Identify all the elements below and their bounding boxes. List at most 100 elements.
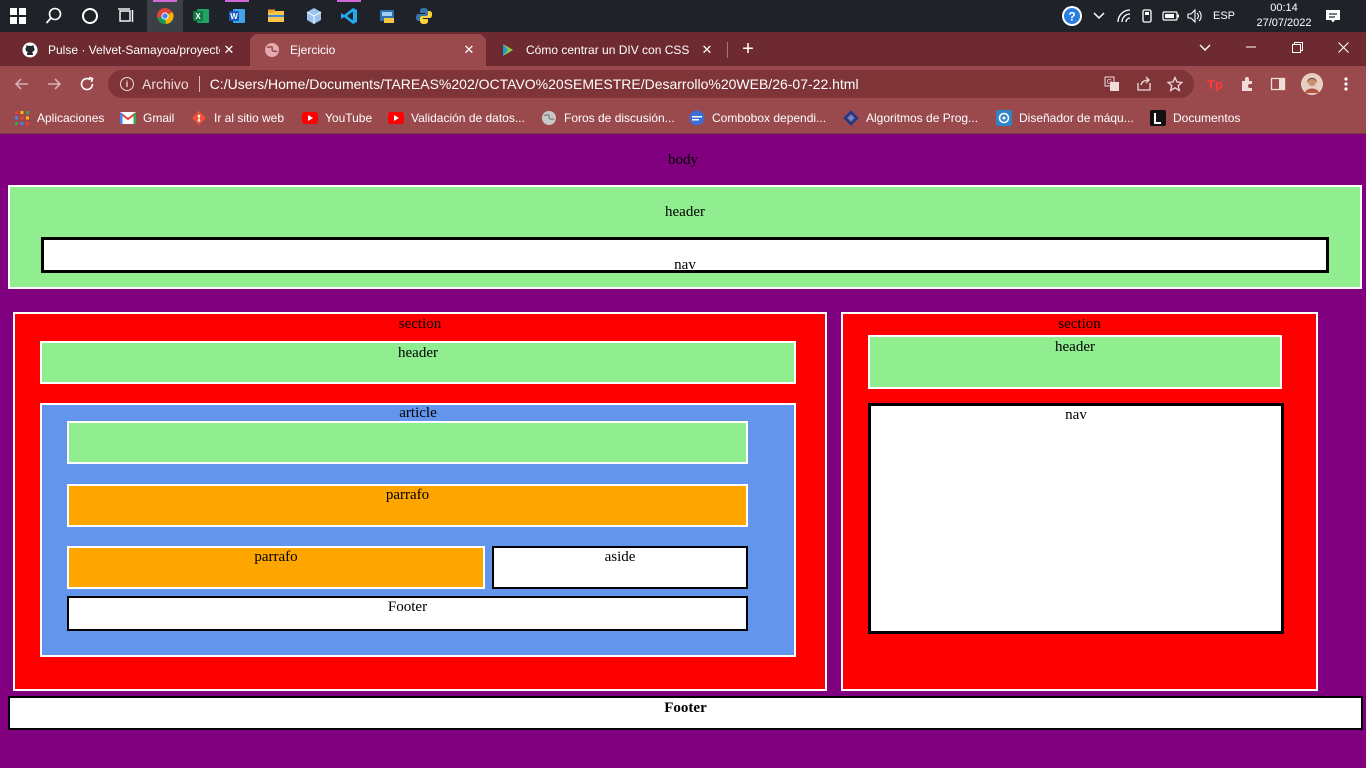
windows-taskbar: X W ? ESP 00:14 27/07/2022 — [0, 0, 1366, 32]
header-label: header — [1055, 339, 1095, 355]
close-icon[interactable]: ✕ — [220, 42, 238, 58]
task-view-icon[interactable] — [108, 0, 144, 32]
bookmark-ir-al-sitio-web[interactable]: Ir al sitio web — [191, 108, 284, 128]
clock-date: 27/07/2022 — [1256, 17, 1312, 29]
globe-icon — [264, 42, 280, 58]
bookmark-star-icon[interactable] — [1165, 74, 1185, 94]
article-header — [67, 421, 748, 464]
battery-icon[interactable] — [1160, 0, 1182, 32]
extensions-icon[interactable] — [1237, 74, 1257, 94]
side-panel-icon[interactable] — [1268, 74, 1288, 94]
minimize-button[interactable] — [1228, 32, 1274, 62]
wifi-icon[interactable] — [1114, 0, 1134, 32]
address-bar[interactable]: i Archivo C:/Users/Home/Documents/TAREAS… — [108, 70, 1194, 98]
device-icon[interactable] — [1137, 0, 1157, 32]
tab-title: Pulse · Velvet-Samayoa/proyecto — [48, 43, 220, 57]
page-nav: nav — [41, 237, 1329, 273]
tab-ejercicio[interactable]: Ejercicio ✕ — [250, 34, 486, 66]
globe-icon — [541, 110, 557, 126]
app-icon[interactable] — [369, 0, 405, 32]
nav-label: nav — [1065, 407, 1087, 423]
address-scheme-label: Archivo — [142, 76, 189, 92]
article: article parrafo parrafo aside Footer — [40, 403, 796, 657]
avatar[interactable] — [1300, 72, 1324, 96]
excel-icon[interactable]: X — [183, 0, 219, 32]
body-label: body — [668, 152, 698, 168]
aside: aside — [492, 546, 748, 589]
reload-icon[interactable] — [75, 72, 99, 96]
help-icon[interactable]: ? — [1059, 0, 1085, 32]
section-label: section — [398, 316, 442, 332]
paragraph: parrafo — [67, 546, 485, 589]
youtube-icon — [388, 110, 404, 126]
paragraph-label: parrafo — [254, 549, 298, 565]
docs-icon — [1150, 110, 1166, 126]
bookmark-aplicaciones[interactable]: Aplicaciones — [14, 108, 104, 128]
section-header: header — [40, 341, 796, 384]
tab-title: Cómo centrar un DIV con CSS — [526, 43, 690, 57]
bookmark-algoritmos[interactable]: Algoritmos de Prog... — [843, 108, 978, 128]
file-explorer-icon[interactable] — [258, 0, 294, 32]
tp-extension-icon[interactable]: Tp — [1205, 74, 1225, 94]
bookmark-gmail[interactable]: Gmail — [120, 108, 174, 128]
bookmark-validacion-de-datos[interactable]: Validación de datos... — [388, 108, 525, 128]
github-icon — [22, 42, 38, 58]
bookmark-combobox[interactable]: Combobox dependi... — [689, 108, 826, 128]
search-icon[interactable] — [36, 0, 72, 32]
volume-icon[interactable] — [1185, 0, 1205, 32]
vscode-icon[interactable] — [331, 0, 367, 32]
svg-text:?: ? — [1068, 10, 1075, 24]
cortana-icon[interactable] — [72, 0, 108, 32]
close-icon[interactable]: ✕ — [460, 42, 478, 58]
word-icon[interactable]: W — [219, 0, 255, 32]
svg-text:W: W — [230, 12, 238, 21]
section-nav: nav — [868, 403, 1284, 634]
language-indicator[interactable]: ESP — [1208, 0, 1240, 32]
site-icon — [843, 110, 859, 126]
paragraph: parrafo — [67, 484, 748, 527]
share-icon[interactable] — [1134, 74, 1154, 94]
apps-grid-icon — [14, 110, 30, 126]
platzi-icon — [500, 42, 516, 58]
new-tab-button[interactable]: + — [736, 36, 760, 62]
page-viewport: body header nav section header article p… — [0, 135, 1366, 768]
forward-icon[interactable] — [42, 72, 66, 96]
bookmark-foros-de-discusion[interactable]: Foros de discusión... — [541, 108, 675, 128]
tab-title: Ejercicio — [290, 43, 336, 57]
svg-text:X: X — [195, 12, 201, 21]
taskbar-clock[interactable]: 00:14 27/07/2022 — [1248, 1, 1320, 31]
bookmark-disenador-de-maquinas[interactable]: Diseñador de máqu... — [996, 108, 1134, 128]
close-window-button[interactable] — [1320, 32, 1366, 62]
back-icon[interactable] — [10, 72, 34, 96]
info-icon[interactable]: i — [120, 77, 134, 91]
windows-start-icon[interactable] — [0, 0, 36, 32]
tab-search-chevron-icon[interactable] — [1194, 38, 1216, 58]
browser-toolbar: i Archivo C:/Users/Home/Documents/TAREAS… — [0, 66, 1366, 102]
address-url[interactable]: C:/Users/Home/Documents/TAREAS%202/OCTAV… — [210, 76, 859, 92]
restore-button[interactable] — [1274, 32, 1320, 62]
site-icon — [689, 110, 705, 126]
tab-pulse[interactable]: Pulse · Velvet-Samayoa/proyecto ✕ — [8, 34, 246, 66]
address-divider — [198, 76, 200, 92]
chevron-up-icon[interactable] — [1090, 0, 1108, 32]
translate-icon[interactable]: G — [1102, 74, 1122, 94]
section-header: header — [868, 335, 1282, 389]
python-icon[interactable] — [406, 0, 442, 32]
bookmark-documentos[interactable]: Documentos — [1150, 108, 1240, 128]
left-section: section header article parrafo parrafo a… — [13, 312, 827, 691]
menu-icon[interactable] — [1336, 74, 1356, 94]
header-label: header — [398, 345, 438, 361]
chrome-icon[interactable] — [147, 0, 183, 32]
tab-centrar-div[interactable]: Cómo centrar un DIV con CSS ✕ — [486, 34, 724, 66]
header-label: header — [665, 204, 705, 220]
git-icon — [191, 110, 207, 126]
virtualbox-icon[interactable] — [296, 0, 332, 32]
clock-time: 00:14 — [1270, 2, 1298, 14]
page-footer: Footer — [8, 696, 1363, 730]
bookmarks-bar: Aplicaciones Gmail Ir al sitio web YouTu… — [0, 102, 1366, 134]
nav-label: nav — [674, 257, 696, 273]
gmail-icon — [120, 110, 136, 126]
bookmark-youtube[interactable]: YouTube — [302, 108, 372, 128]
close-icon[interactable]: ✕ — [698, 42, 716, 58]
notifications-icon[interactable] — [1318, 0, 1348, 32]
